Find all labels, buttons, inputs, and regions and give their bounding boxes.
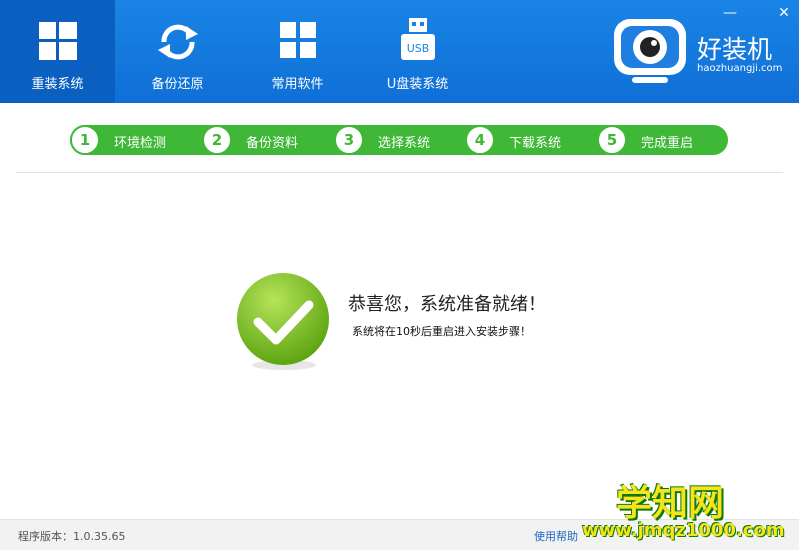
success-title: 恭喜您，系统准备就绪！: [348, 294, 546, 315]
brand-url: haozhuangji.com: [697, 63, 783, 74]
usb-icon-text: USB: [406, 42, 429, 55]
watermark-url: www.jmqz1000.com: [582, 520, 785, 541]
step-label: 环境检测: [114, 136, 167, 151]
success-check-icon: [237, 273, 329, 370]
close-button[interactable]: ✕: [775, 5, 793, 21]
nav-label: 重装系统: [31, 77, 84, 92]
nav-reinstall-system[interactable]: 重装系统: [0, 0, 115, 103]
apps-grid-icon: [279, 22, 316, 58]
brand-logo-icon: [614, 19, 686, 83]
progress-steps: 1 环境检测 2 备份资料 3 选择系统 4 下载系统 5 完成重启: [70, 125, 728, 155]
nav-common-software[interactable]: 常用软件: [240, 0, 355, 103]
step-label: 下载系统: [509, 136, 562, 151]
step-label: 完成重启: [641, 136, 694, 151]
version-text: 程序版本：1.0.35.65: [18, 530, 126, 543]
watermark-title: 学知网: [616, 483, 725, 524]
help-link[interactable]: 使用帮助: [534, 528, 578, 544]
brand-name: 好装机: [697, 35, 773, 64]
nav-usb-install[interactable]: USB U盘装系统: [360, 0, 475, 103]
nav-backup-restore[interactable]: 备份还原: [120, 0, 235, 103]
step-number: 5: [597, 125, 627, 155]
step-label: 选择系统: [378, 136, 431, 151]
minimize-button[interactable]: —: [721, 5, 739, 21]
sync-icon: [157, 24, 198, 60]
nav-label: U盘装系统: [386, 77, 449, 92]
step-number: 3: [334, 125, 364, 155]
nav-label: 常用软件: [271, 77, 324, 92]
success-subtitle: 系统将在10秒后重启进入安装步骤！: [352, 325, 531, 338]
step-label: 备份资料: [246, 136, 299, 151]
watermark: 学知网 www.jmqz1000.com: [580, 472, 799, 549]
windows-icon: [38, 22, 77, 60]
usb-icon: USB: [400, 18, 435, 60]
step-number: 1: [70, 125, 100, 155]
divider: [16, 172, 783, 173]
step-number: 4: [465, 125, 495, 155]
top-toolbar: 重装系统 备份还原 常用软件 USB U盘装系统 好装机 haozhuangji…: [0, 0, 799, 103]
step-number: 2: [202, 125, 232, 155]
nav-label: 备份还原: [151, 77, 204, 92]
